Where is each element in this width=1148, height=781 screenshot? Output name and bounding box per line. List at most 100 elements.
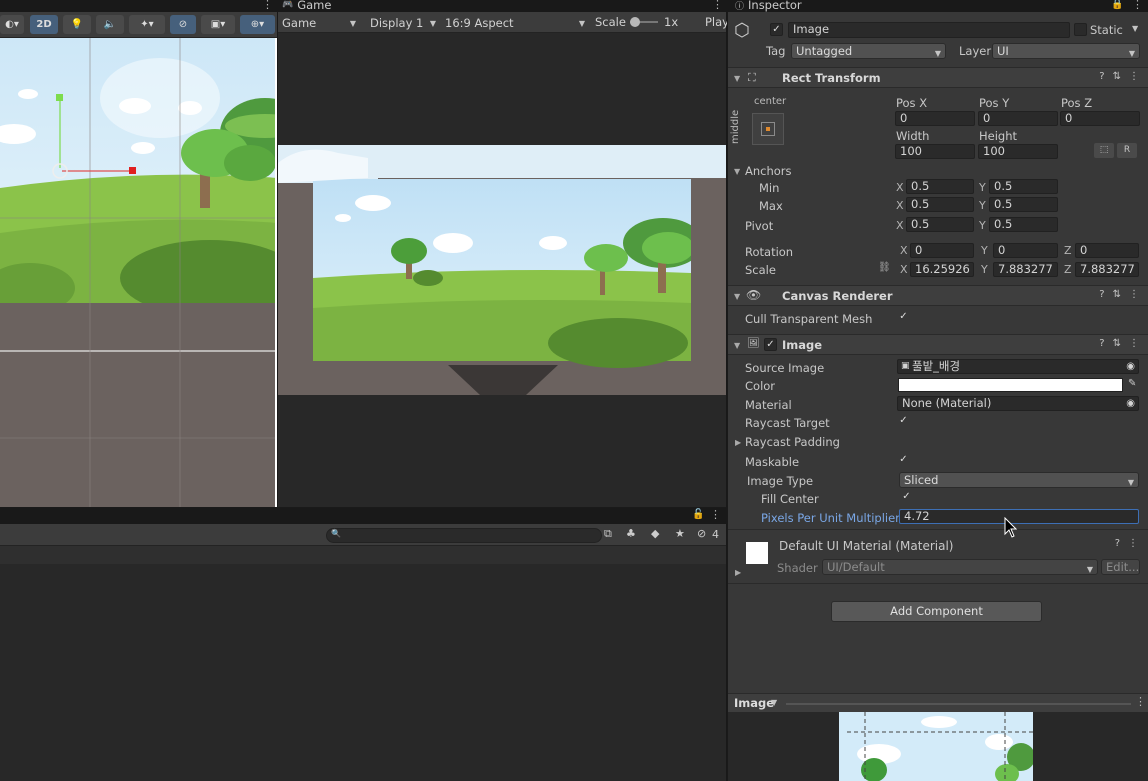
canvas-renderer-header[interactable]: ▼ 👁 Canvas Renderer ? ⇅ ⋮ — [728, 285, 1148, 306]
pos-z-field[interactable]: 0 — [1060, 111, 1140, 126]
anchor-max-y-field[interactable]: 0.5 — [989, 197, 1058, 212]
audio-toggle[interactable]: 🔈 — [96, 15, 124, 34]
anchor-min-y-field[interactable]: 0.5 — [989, 179, 1058, 194]
static-checkbox[interactable] — [1074, 23, 1087, 36]
scene-view[interactable] — [0, 38, 277, 507]
more-icon[interactable]: ⋮ — [1129, 338, 1139, 349]
cull-transparent-mesh-checkbox[interactable]: ✓ — [897, 311, 910, 324]
rect-transform-header[interactable]: ▼ ⛶ Rect Transform ? ⇅ ⋮ — [728, 67, 1148, 88]
scale-slider-thumb[interactable] — [630, 17, 640, 27]
pos-y-field[interactable]: 0 — [978, 111, 1058, 126]
anchor-presets-button[interactable] — [752, 113, 784, 145]
more-icon[interactable]: ⋮ — [710, 508, 721, 521]
game-view[interactable] — [278, 33, 726, 507]
more-icon[interactable]: ⋮ — [1135, 695, 1146, 708]
anchor-vertical-label: middle — [730, 109, 741, 144]
hidden-packages-icon[interactable]: ⊘ — [697, 527, 706, 540]
draw-mode-dropdown[interactable]: ◐▾ — [0, 15, 24, 34]
more-icon[interactable]: ⋮ — [1128, 538, 1138, 549]
tag-dropdown[interactable]: Untagged ▼ — [791, 43, 946, 59]
raw-edit-button[interactable]: R — [1117, 143, 1137, 158]
more-icon[interactable]: ⋮ — [262, 0, 273, 11]
rotation-z-field[interactable]: 0 — [1075, 243, 1139, 258]
lock-icon[interactable]: 🔓 — [692, 509, 704, 520]
source-image-field[interactable]: ▣ 풀밭_배경 ◉ — [897, 359, 1139, 374]
help-icon[interactable]: ? — [1099, 71, 1104, 82]
filter-type-icon[interactable]: ♣ — [626, 527, 636, 540]
blueprint-mode-button[interactable]: ⬚ — [1094, 143, 1114, 158]
more-icon[interactable]: ⋮ — [712, 0, 723, 11]
game-view-dropdown[interactable]: Game ▼ — [278, 14, 360, 31]
aspect-dropdown[interactable]: 16:9 Aspect ▼ — [441, 14, 589, 31]
constrain-proportions-icon[interactable]: ⛓ — [878, 262, 891, 273]
label-icon[interactable]: ◆ — [651, 527, 659, 540]
raycast-target-checkbox[interactable]: ✓ — [897, 415, 910, 428]
fill-center-checkbox[interactable]: ✓ — [900, 491, 913, 504]
scale-y-field[interactable]: 7.883277 — [993, 262, 1058, 277]
height-field[interactable]: 100 — [978, 144, 1058, 159]
effects-dropdown[interactable]: ✦▾ — [129, 15, 165, 34]
foldout-arrow-right-icon[interactable]: ▶ — [735, 568, 741, 577]
add-component-button[interactable]: Add Component — [831, 601, 1042, 622]
edit-shader-button[interactable]: Edit... — [1101, 559, 1140, 575]
pixels-per-unit-multiplier-field[interactable]: 4.72 — [899, 509, 1139, 524]
display-dropdown[interactable]: Display 1 ▼ — [366, 14, 440, 31]
more-icon[interactable]: ⋮ — [1129, 71, 1139, 82]
help-icon[interactable]: ? — [1099, 338, 1104, 349]
lighting-toggle[interactable]: 💡 — [63, 15, 91, 34]
favorite-star-icon[interactable]: ★ — [675, 527, 685, 540]
width-field[interactable]: 100 — [895, 144, 975, 159]
shader-dropdown[interactable]: UI/Default ▼ — [822, 559, 1098, 575]
pivot-x-field[interactable]: 0.5 — [906, 217, 974, 232]
axis-x-label: X — [900, 263, 908, 276]
lock-icon[interactable]: 🔒 — [1111, 0, 1123, 10]
gizmos-dropdown[interactable]: ⊕▾ — [240, 15, 275, 34]
scale-z-field[interactable]: 7.883277 — [1075, 262, 1139, 277]
rotation-x-field[interactable]: 0 — [910, 243, 974, 258]
anchor-min-x-field[interactable]: 0.5 — [906, 179, 974, 194]
2d-toggle[interactable]: 2D — [30, 15, 58, 34]
object-name-field[interactable]: Image — [788, 22, 1070, 38]
search-icon: 🔍 — [331, 529, 341, 538]
layer-dropdown[interactable]: UI ▼ — [992, 43, 1140, 59]
scale-label: Scale — [595, 15, 626, 29]
object-picker-icon[interactable]: ◉ — [1126, 397, 1135, 410]
hidden-objects-toggle[interactable]: ⊘ — [170, 15, 196, 34]
pivot-y-field[interactable]: 0.5 — [989, 217, 1058, 232]
raycast-padding-label[interactable]: Raycast Padding — [745, 435, 840, 449]
active-checkbox[interactable]: ✓ — [770, 23, 783, 36]
presets-icon[interactable]: ⇅ — [1113, 71, 1121, 82]
more-icon[interactable]: ⋮ — [1129, 289, 1139, 300]
object-picker-icon[interactable]: ◉ — [1126, 360, 1135, 373]
search-input[interactable]: 🔍 — [326, 528, 602, 543]
scale-x-field[interactable]: 16.25926 — [910, 262, 974, 277]
tab-game[interactable]: 🎮 Game — [282, 0, 331, 12]
caret-down-icon: ▼ — [1128, 49, 1135, 58]
tab-inspector[interactable]: ⓘ Inspector — [735, 0, 802, 12]
rotation-y-field[interactable]: 0 — [993, 243, 1058, 258]
help-icon[interactable]: ? — [1099, 289, 1104, 300]
preview-drag-handle[interactable] — [786, 703, 1131, 705]
image-type-dropdown[interactable]: Sliced ▼ — [899, 472, 1139, 488]
search-by-type-icon[interactable]: ⧉ — [604, 527, 612, 541]
image-component-header[interactable]: ▼ 🖼 ✓ Image ? ⇅ ⋮ — [728, 334, 1148, 355]
color-swatch[interactable] — [898, 378, 1123, 392]
eyedropper-icon[interactable]: ✎ — [1128, 378, 1136, 389]
anchors-label[interactable]: Anchors — [745, 164, 792, 178]
anchor-max-x-field[interactable]: 0.5 — [906, 197, 974, 212]
more-icon[interactable]: ⋮ — [1132, 0, 1143, 11]
gamepad-icon: 🎮 — [282, 0, 294, 10]
preview-dropdown[interactable]: Image — [734, 696, 774, 710]
caret-down-icon[interactable]: ▼ — [1132, 24, 1138, 33]
presets-icon[interactable]: ⇅ — [1113, 338, 1121, 349]
presets-icon[interactable]: ⇅ — [1113, 289, 1121, 300]
play-mode-dropdown[interactable]: Play — [705, 15, 729, 29]
maskable-checkbox[interactable]: ✓ — [897, 454, 910, 467]
material-field[interactable]: None (Material) ◉ — [897, 396, 1139, 411]
help-icon[interactable]: ? — [1115, 538, 1120, 549]
pos-x-field[interactable]: 0 — [895, 111, 975, 126]
image-enabled-checkbox[interactable]: ✓ — [764, 338, 777, 351]
foldout-arrow-icon[interactable]: ▼ — [734, 167, 740, 176]
foldout-arrow-right-icon[interactable]: ▶ — [735, 438, 741, 447]
camera-dropdown[interactable]: ▣▾ — [201, 15, 235, 34]
